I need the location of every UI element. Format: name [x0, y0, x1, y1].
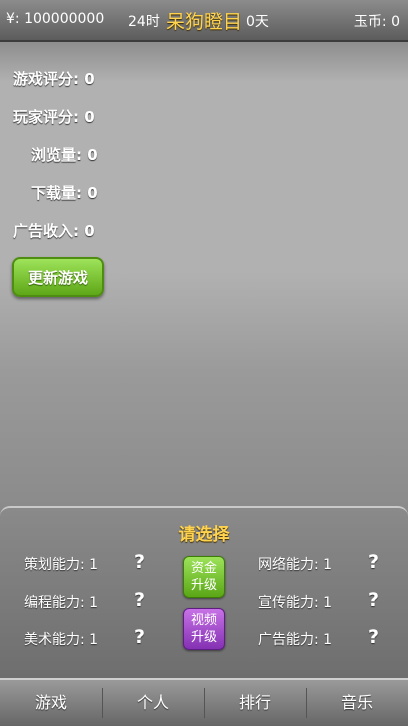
- funds-upgrade-line2: 升级: [190, 578, 217, 593]
- video-upgrade-button[interactable]: 视频 升级: [183, 608, 225, 650]
- top-status-bar: ¥: 100000000 24时 呆狗瞪目 0天 玉币: 0: [0, 0, 408, 42]
- update-game-button[interactable]: 更新游戏: [12, 257, 104, 297]
- help-icon[interactable]: ?: [368, 551, 379, 573]
- video-upgrade-line2: 升级: [190, 630, 217, 645]
- stat-views: 浏览量: 0: [31, 146, 98, 164]
- help-icon[interactable]: ?: [368, 626, 379, 648]
- skill-programming: 编程能力: 1: [24, 595, 99, 611]
- tab-music[interactable]: 音乐: [306, 680, 408, 726]
- skill-promotion: 宣传能力: 1: [258, 595, 333, 611]
- hour-display: 24时: [128, 14, 160, 30]
- stat-player-score: 玩家评分: 0: [13, 108, 95, 126]
- tab-personal[interactable]: 个人: [102, 680, 204, 726]
- help-icon[interactable]: ?: [368, 589, 379, 611]
- bottom-nav: 游戏 个人 排行 音乐: [0, 678, 408, 726]
- skill-art: 美术能力: 1: [24, 632, 99, 648]
- help-icon[interactable]: ?: [134, 589, 145, 611]
- funds-upgrade-button[interactable]: 资金 升级: [183, 556, 225, 598]
- stat-downloads: 下载量: 0: [31, 184, 98, 202]
- skill-network: 网络能力: 1: [258, 557, 333, 573]
- studio-name[interactable]: 呆狗瞪目: [166, 7, 242, 34]
- video-upgrade-line1: 视频: [190, 613, 217, 628]
- stat-ad-revenue: 广告收入: 0: [13, 222, 95, 240]
- help-icon[interactable]: ?: [134, 626, 145, 648]
- skill-planning: 策划能力: 1: [24, 557, 99, 573]
- funds-upgrade-line1: 资金: [190, 561, 217, 576]
- tab-ranking[interactable]: 排行: [204, 680, 306, 726]
- tab-game[interactable]: 游戏: [0, 680, 102, 726]
- skill-advertising: 广告能力: 1: [258, 632, 333, 648]
- days-display: 0天: [246, 14, 269, 30]
- panel-title: 请选择: [178, 525, 230, 545]
- game-stats-area: 游戏评分: 0 玩家评分: 0 浏览量: 0 下载量: 0 广告收入: 0 更新…: [0, 42, 408, 506]
- stat-game-score: 游戏评分: 0: [13, 70, 95, 88]
- money-display: ¥: 100000000: [6, 11, 105, 27]
- help-icon[interactable]: ?: [134, 551, 145, 573]
- jade-coin-display: 玉币: 0: [353, 14, 400, 30]
